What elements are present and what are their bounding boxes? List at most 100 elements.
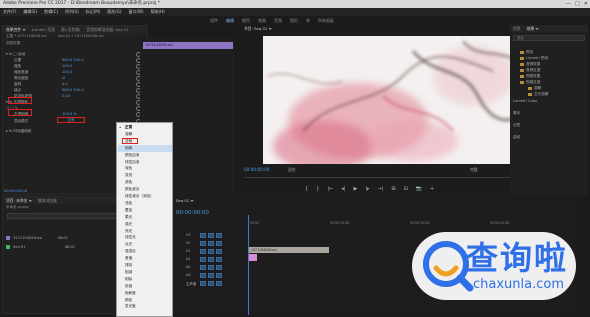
maximize-button[interactable]: □ — [575, 0, 580, 8]
minimize-button[interactable]: — — [566, 0, 571, 8]
timeline-playhead[interactable] — [248, 215, 249, 315]
effect-controls-timecode[interactable]: 00:00:00:00 — [4, 188, 27, 193]
timeline-audio-clip[interactable] — [249, 254, 257, 261]
track-toggle-button[interactable] — [208, 265, 214, 270]
tab-project[interactable]: 项目: 未命名 ≡ — [6, 197, 32, 204]
blend-mode-option[interactable]: 发光度 — [125, 304, 136, 309]
blend-mode-option[interactable]: 色相 — [125, 284, 132, 289]
program-monitor-title[interactable]: 节目: Seq 01 ≡ — [244, 26, 272, 32]
blend-mode-option[interactable]: 线性光 — [125, 235, 136, 240]
blend-mode-option[interactable]: 线性减淡（添加） — [125, 194, 154, 199]
workspace-libraries[interactable]: 库 — [306, 17, 310, 24]
lumetri-section[interactable]: 基本 — [513, 110, 520, 117]
timeline-title[interactable]: Seq 01 ≡ — [176, 198, 194, 203]
track-label[interactable]: A1 — [186, 257, 190, 261]
blend-mode-option[interactable]: 颜色加深 — [125, 153, 139, 158]
workspace-graphics[interactable]: 图形 — [290, 17, 298, 24]
workspace-editing[interactable]: 编辑 — [226, 17, 234, 24]
track-toggle-button[interactable] — [216, 273, 222, 278]
blend-mode-option[interactable]: 变亮 — [125, 173, 132, 178]
track-toggle-button[interactable] — [216, 257, 222, 262]
program-current-timecode[interactable]: 00:00:00:00 — [244, 167, 270, 172]
track-toggle-button[interactable] — [200, 249, 206, 254]
blend-mode-option[interactable]: 滤色 — [125, 180, 132, 185]
tab-info[interactable]: 信息 — [513, 25, 521, 32]
track-toggle-button[interactable] — [200, 265, 206, 270]
effect-property-row[interactable]: ▸ fx 时间重映射 — [4, 128, 31, 134]
tab-effects[interactable]: 效果 ≡ — [527, 25, 539, 32]
export-frame-icon[interactable]: 📷 — [416, 186, 422, 192]
track-toggle-button[interactable] — [216, 265, 222, 270]
tab-source[interactable]: 源:(无剪辑) — [61, 26, 80, 33]
blend-mode-option[interactable]: 相除 — [125, 277, 132, 282]
menu-help[interactable]: 帮助(H) — [151, 8, 165, 16]
track-toggle-button[interactable] — [216, 249, 222, 254]
extract-button[interactable]: ⊟ — [404, 186, 408, 192]
effects-search-input[interactable]: 搜索 — [513, 35, 585, 41]
tab-effect-controls[interactable]: 效果控件 ≡ — [6, 26, 26, 33]
menu-edit[interactable]: 编辑(E) — [23, 8, 37, 16]
workspace-color[interactable]: 颜色 — [242, 17, 250, 24]
blend-mode-option[interactable]: 强光 — [125, 222, 132, 227]
track-toggle-button[interactable] — [208, 257, 214, 262]
blend-mode-option[interactable]: 排除 — [125, 263, 132, 268]
zoom-fit-select[interactable]: 适合 — [288, 167, 296, 173]
blend-mode-option[interactable]: 相乘 — [125, 146, 132, 151]
tab-media-browser[interactable]: 媒体浏览器 — [38, 197, 57, 204]
workspace-audio[interactable]: 音频 — [274, 17, 282, 24]
effects-tree-item[interactable]: 交叉溶解 — [528, 91, 548, 98]
step-forward-button[interactable]: |▸ — [365, 186, 369, 192]
track-label[interactable]: 主声道 — [186, 281, 196, 286]
track-label[interactable]: A3 — [186, 273, 190, 277]
blend-mode-option[interactable]: 颜色 — [125, 298, 132, 303]
step-back-button[interactable]: ◂| — [341, 186, 345, 192]
go-to-in-button[interactable]: |← — [327, 186, 333, 192]
track-toggle-button[interactable] — [208, 273, 214, 278]
effect-property-row[interactable]: 混合模式 — [4, 118, 28, 124]
track-toggle-button[interactable] — [200, 241, 206, 246]
blend-mode-option[interactable]: 柔光 — [125, 215, 132, 220]
blend-mode-option[interactable]: 差值 — [125, 256, 132, 261]
blend-mode-option[interactable]: 饱和度 — [125, 291, 136, 296]
workspace-assembly[interactable]: 组件 — [210, 17, 218, 24]
track-toggle-button[interactable] — [200, 233, 206, 238]
blend-mode-option[interactable]: 溶解 — [125, 132, 132, 137]
track-toggle-button[interactable] — [200, 273, 206, 278]
tab-lumetri-scopes[interactable]: Lumetri 范围 — [32, 26, 55, 33]
lumetri-section[interactable]: 曲线 — [513, 134, 520, 141]
workspace-all-panels[interactable]: 所有面板 — [318, 17, 334, 24]
blend-mode-option[interactable]: 深色 — [125, 166, 132, 171]
menu-clip[interactable]: 剪辑(C) — [44, 8, 58, 16]
workspace-effects[interactable]: 效果 — [258, 17, 266, 24]
blend-mode-option[interactable]: 正常 — [125, 125, 132, 130]
track-label[interactable]: V2 — [186, 241, 190, 245]
lumetri-section[interactable]: 创意 — [513, 122, 520, 129]
track-toggle-button[interactable] — [216, 281, 222, 286]
blend-mode-option[interactable]: 强混合 — [125, 249, 136, 254]
track-label[interactable]: A2 — [186, 265, 190, 269]
effect-controls-clip[interactable]: 1571154056.avi — [143, 42, 233, 49]
lumetri-section[interactable]: Lumetri Color — [513, 98, 537, 105]
track-toggle-button[interactable] — [208, 249, 214, 254]
effect-property-value[interactable]: 0.00 — [62, 93, 70, 99]
go-to-out-button[interactable]: →| — [378, 186, 384, 192]
menu-sequence[interactable]: 序列(S) — [65, 8, 79, 16]
menu-window[interactable]: 窗口(W) — [128, 8, 143, 16]
blend-mode-option[interactable]: 叠加 — [125, 208, 132, 213]
blend-mode-option[interactable]: 相减 — [125, 270, 132, 275]
blend-mode-option[interactable]: 浅色 — [125, 201, 132, 206]
blend-mode-option[interactable]: 线性加深 — [125, 160, 139, 165]
menu-marker[interactable]: 标记(M) — [86, 8, 101, 16]
blend-mode-dropdown[interactable]: 正常 — [57, 117, 85, 123]
track-toggle-button[interactable] — [216, 233, 222, 238]
menu-graphics[interactable]: 图形(G) — [107, 8, 121, 16]
blend-mode-option[interactable]: 亮光 — [125, 229, 132, 234]
resolution-select[interactable]: 完整 — [470, 167, 478, 173]
project-item-sequence[interactable]: Seq 01 48:01 — [6, 243, 75, 251]
timeline-timecode[interactable]: 00:00:00:00 — [176, 210, 209, 216]
menu-file[interactable]: 文件(F) — [3, 8, 16, 16]
mark-out-button[interactable]: } — [316, 186, 319, 192]
timeline-video-clip[interactable]: 1571154056.avi — [249, 247, 329, 253]
play-button[interactable]: ▶ — [353, 186, 357, 192]
blend-mode-option[interactable]: 颜色减淡 — [125, 187, 139, 192]
